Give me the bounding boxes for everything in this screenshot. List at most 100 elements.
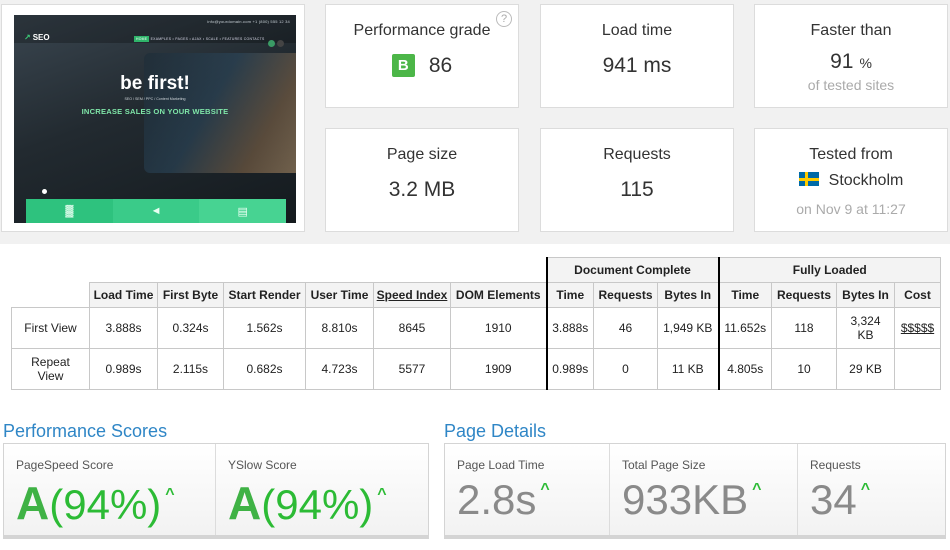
pagespeed-score-label: PageSpeed Score [16,458,114,472]
table-cell: 46 [593,307,658,349]
load-time-card: Load time 941 ms [540,4,734,108]
screenshot-menu-item: AJAX [192,37,202,41]
table-cell: 10 [771,348,837,390]
pagespeed-percent: (94%) [49,481,162,528]
screenshot-menu-item: PAGES [175,37,189,41]
table-cell: 1910 [450,307,547,349]
table-cell: 1,949 KB [657,307,719,349]
screenshot-subline: SEO / SEM / PPC / Content Marketing [124,97,186,101]
col-header: Load Time [89,282,158,308]
performance-grade-value: B 86 [326,54,518,78]
speed-index-header-link[interactable]: Speed Index [373,282,451,308]
logo-mark-icon: ↗ [24,33,31,42]
summary-section: info@yourdomain.com +1 (800) 555 12 34 ↗… [0,0,950,244]
col-header: Bytes In [836,282,895,308]
screenshot-menu: HOME EXAMPLES • PAGES • AJAX • SCALE • F… [134,36,265,42]
performance-grade-label: Performance grade [353,22,491,39]
screenshot-card[interactable]: info@yourdomain.com +1 (800) 555 12 34 ↗… [1,4,305,232]
col-header: Time [545,282,594,308]
requests-value: 115 [620,178,654,201]
table-cell: 0.324s [157,307,224,349]
col-header: Requests [771,282,837,308]
page-load-time-number: 2.8s [457,476,537,523]
faster-than-label: Faster than [810,22,892,39]
tested-from-label: Tested from [809,146,893,163]
requests-cell: Requests 34 ^ [798,444,945,535]
table-cell: 0.989s [89,348,158,390]
screenshot-menu-item: SCALE [205,37,219,41]
page-load-time-value: 2.8s ^ [457,476,550,524]
screenshot-menu-item: HOME [134,36,150,42]
performance-scores-title: Performance Scores [3,421,168,441]
table-cell: 11.652s [717,307,772,349]
screenshot-menu-item: EXAMPLES [150,37,172,41]
table-cell: 118 [771,307,837,349]
col-header: Time [717,282,772,308]
page-size-value: 3.2 MB [388,178,456,201]
load-time-label: Load time [601,22,673,39]
faster-than-unit: % [859,55,872,71]
requests-detail-label: Requests [810,458,861,472]
yslow-grade: A [228,477,262,529]
page-size-label: Page size [386,146,458,163]
col-header: First Byte [157,282,224,308]
arrow-up-icon: ^ [540,481,550,498]
table-cell: 4.805s [717,348,772,390]
yslow-score-label: YSlow Score [228,458,297,472]
yslow-score-cell: YSlow Score A(94%) ^ [216,444,428,535]
arrow-up-icon: ^ [860,481,871,498]
screenshot-logo: ↗ SEO [24,33,50,42]
tested-from-location: Stockholm [755,172,947,190]
table-row: Repeat View 0.989s 2.115s 0.682s 4.723s … [11,348,941,390]
page-size-card: Page size 3.2 MB [325,128,519,232]
table-cell: 29 KB [836,348,895,390]
page-details-panel: Page Load Time 2.8s ^ Total Page Size 933… [444,443,946,539]
page-screenshot[interactable]: info@yourdomain.com +1 (800) 555 12 34 ↗… [14,15,296,223]
fully-loaded-header: Fully Loaded [717,257,941,283]
table-cell: 1909 [450,348,547,390]
performance-score: 86 [428,54,453,77]
yslow-score-value: A(94%) ^ [228,476,387,530]
screenshot-feature-bar: ▓ ◄ ▤ [26,199,287,223]
requests-card: Requests 115 [540,128,734,232]
col-header: User Time [305,282,374,308]
col-header: Start Render [223,282,306,308]
faster-than-sub: of tested sites [807,77,895,93]
table-cell: 3.888s [89,307,158,349]
arrow-up-icon: ^ [377,486,387,503]
pagespeed-score-value: A(94%) ^ [16,476,175,530]
screenshot-contact: info@yourdomain.com +1 (800) 555 12 34 [207,19,290,24]
results-table: Document Complete Fully Loaded Load Time… [11,257,941,390]
table-cell: 3.888s [545,307,594,349]
pagespeed-grade: A [16,477,50,529]
col-header: DOM Elements [450,282,547,308]
location-name: Stockholm [828,172,904,189]
table-cell: 0.682s [223,348,306,390]
performance-grade-card: ? Performance grade B 86 [325,4,519,108]
arrow-up-icon: ^ [752,481,762,498]
performance-scores-panel: PageSpeed Score A(94%) ^ YSlow Score A(94… [3,443,429,539]
yslow-percent: (94%) [261,481,374,528]
table-cell: 5577 [373,348,451,390]
faster-than-number: 91 [830,50,854,73]
table-cell: 11 KB [657,348,719,390]
grade-badge: B [391,54,415,77]
row-label: Repeat View [11,348,90,390]
load-time-value: 941 ms [602,54,672,77]
table-cell [894,348,941,390]
total-page-size-value: 933KB ^ [622,476,761,524]
screenshot-tagline: INCREASE SALES ON YOUR WEBSITE [81,107,229,116]
table-cell: 1.562s [223,307,306,349]
total-page-size-label: Total Page Size [622,458,706,472]
table-cell: 8645 [373,307,451,349]
table-cell: 0 [593,348,658,390]
pagespeed-score-cell: PageSpeed Score A(94%) ^ [4,444,216,535]
faster-than-value: 91% [755,50,947,74]
col-header: Bytes In [657,282,719,308]
row-label: First View [11,307,90,349]
document-complete-header: Document Complete [545,257,719,283]
cost-link[interactable]: $$$$$ [894,307,941,349]
page-load-time-cell: Page Load Time 2.8s ^ [445,444,610,535]
screenshot-menu-item: CONTACTS [243,37,265,41]
slider-dot [42,189,47,194]
